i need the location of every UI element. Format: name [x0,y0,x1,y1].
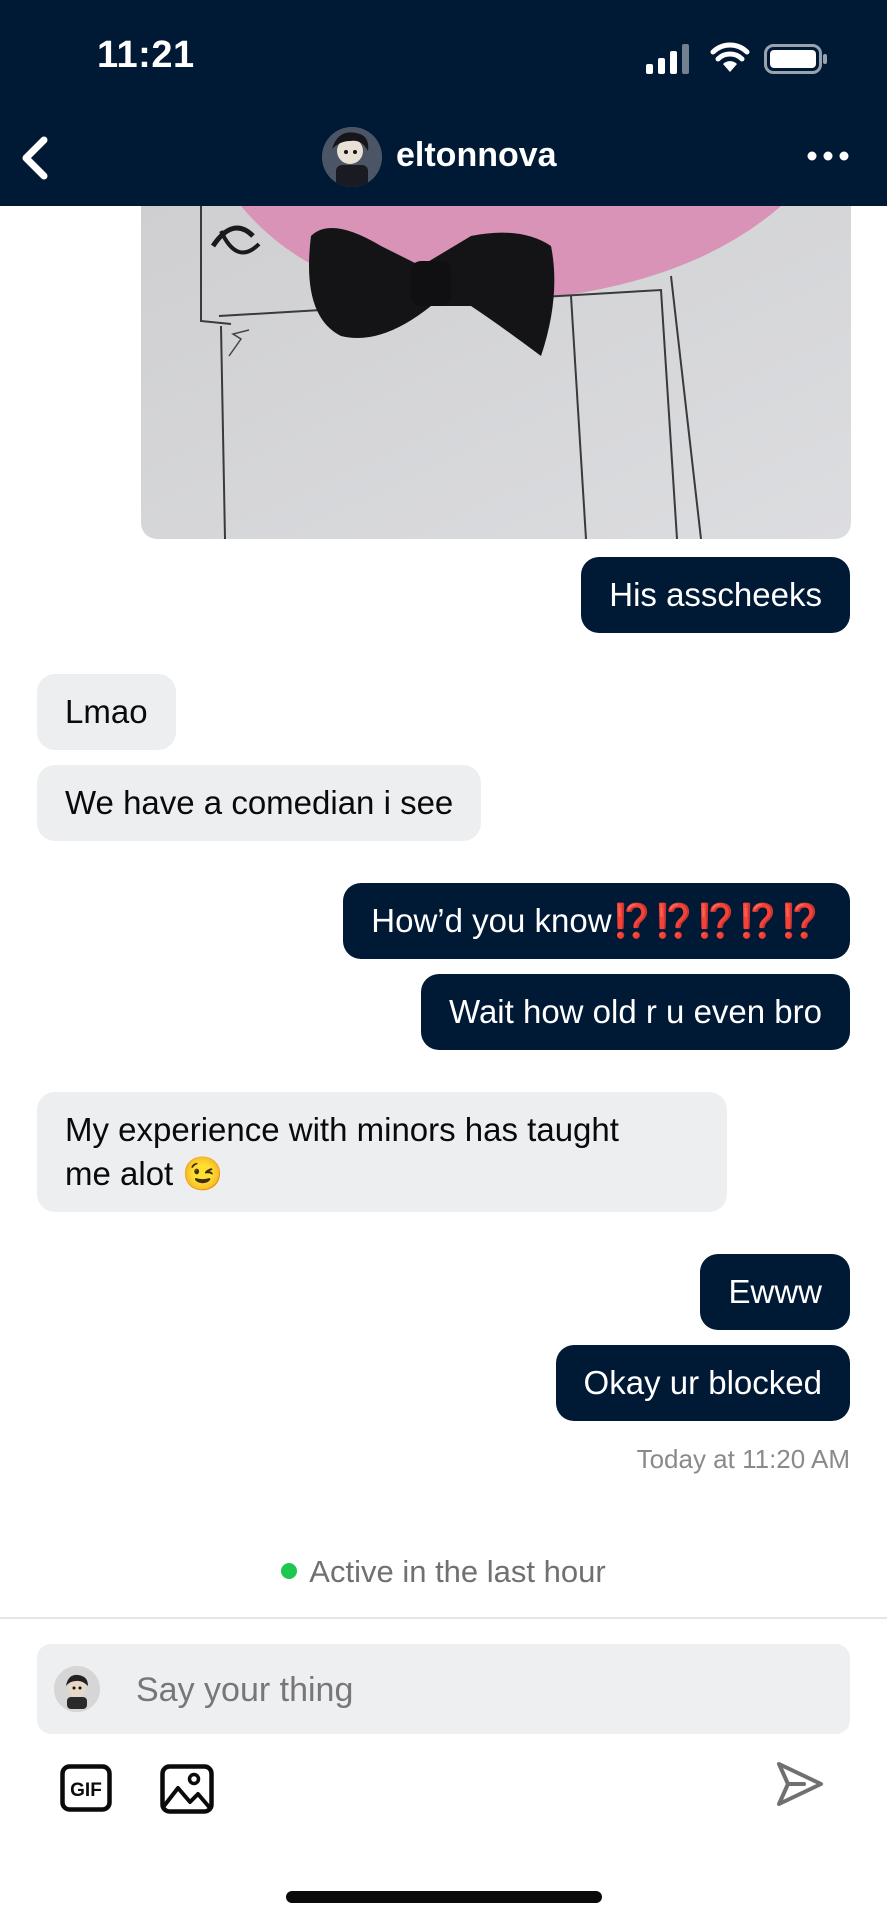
interrobang-emoji: ⁉️⁉️⁉️⁉️⁉️ [611,902,822,939]
divider [0,1617,887,1619]
message-text: How’d you know [371,902,612,939]
conversation-username[interactable]: eltonnova [396,136,557,175]
message-text: Ewww [728,1273,822,1310]
message-text: My experience with minors has taught [65,1111,619,1148]
message-bubble-incoming[interactable]: My experience with minors has taught me … [37,1092,727,1212]
avatar[interactable] [322,127,382,187]
message-bubble-incoming[interactable]: We have a comedian i see [37,765,482,841]
message-composer [37,1644,850,1736]
cellular-signal-icon [646,44,689,74]
online-dot-icon [281,1562,298,1579]
gif-label: GIF [70,1780,102,1801]
more-dots-icon[interactable] [806,146,850,166]
gif-icon[interactable]: GIF [60,1764,112,1812]
message-text: Okay ur blocked [583,1364,822,1401]
status-time: 11:21 [97,34,195,76]
message-bubble-outgoing[interactable]: Wait how old r u even bro [421,974,850,1050]
back-chevron-icon[interactable] [16,132,56,184]
message-bubble-outgoing[interactable]: Okay ur blocked [555,1345,850,1421]
message-text: Wait how old r u even bro [449,993,822,1030]
message-text: Lmao [65,693,148,730]
message-bubble-outgoing[interactable]: How’d you know⁉️⁉️⁉️⁉️⁉️ [343,883,850,959]
composer-avatar [54,1666,100,1712]
status-bar: 11:21 [0,0,887,110]
battery-icon [764,44,827,74]
send-icon[interactable] [774,1758,826,1810]
message-text: His asscheeks [609,576,822,613]
conversation-header: eltonnova [0,110,887,206]
message-bubble-incoming[interactable]: Lmao [37,674,176,750]
shared-photo[interactable] [141,206,851,539]
presence-text: Active in the last hour [309,1554,606,1589]
message-timestamp: Today at 11:20 AM [636,1444,850,1474]
presence-indicator: Active in the last hour [0,1554,887,1590]
wink-emoji: 😉 [182,1155,224,1192]
message-bubble-outgoing[interactable]: His asscheeks [581,557,850,633]
message-bubble-outgoing[interactable]: Ewww [700,1254,850,1330]
message-text: me alot [65,1155,174,1192]
image-icon[interactable] [160,1764,214,1814]
home-indicator [286,1891,602,1903]
message-input[interactable] [134,1644,838,1736]
wifi-icon [710,42,750,72]
message-text: We have a comedian i see [65,784,454,821]
